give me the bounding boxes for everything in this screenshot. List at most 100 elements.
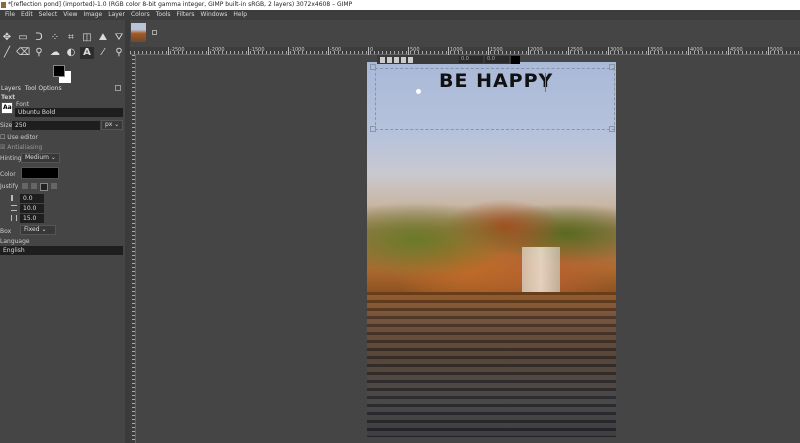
zoom-icon[interactable]: ⚲: [112, 47, 126, 59]
hinting-label: Hinting: [0, 155, 22, 162]
paintbrush-icon[interactable]: ╱: [0, 47, 14, 59]
tab-tool-options[interactable]: Tool Options: [25, 84, 62, 93]
language-input[interactable]: English: [0, 246, 123, 255]
kerning-input[interactable]: 0.0: [485, 56, 509, 63]
foreground-color-swatch[interactable]: [53, 65, 65, 77]
italic-icon[interactable]: [394, 56, 399, 63]
water-reflection: [367, 292, 616, 437]
close-tab-icon[interactable]: [152, 30, 157, 35]
menu-filters[interactable]: Filters: [174, 10, 198, 20]
resize-handle[interactable]: [609, 64, 615, 70]
menu-windows[interactable]: Windows: [198, 10, 231, 20]
justify-left-icon[interactable]: [22, 183, 28, 189]
tab-layers[interactable]: Layers: [1, 84, 21, 93]
clone-icon[interactable]: ⚲: [32, 47, 46, 59]
smudge-icon[interactable]: ☁: [48, 47, 62, 59]
use-editor-checkbox[interactable]: ☐ Use editor: [0, 133, 38, 142]
crop-icon[interactable]: ⌗: [64, 32, 78, 44]
tool-options-heading: Text: [1, 94, 16, 101]
color-picker-icon[interactable]: ⁄: [96, 47, 110, 59]
ruler-label: -2500: [168, 47, 185, 55]
lasso-icon[interactable]: ᑐ: [32, 32, 46, 44]
box-value: Fixed: [24, 226, 40, 233]
toolbox: ✥ ▭ ᑐ ⁘ ⌗ ◫ ⛰ ⛛ ╱ ⌫ ⚲ ☁ ◐ A ⁄ ⚲: [0, 32, 128, 59]
menu-bar: File Edit Select View Image Layer Colors Tools F…: [0, 10, 800, 20]
justify-fill-icon[interactable]: [51, 183, 57, 189]
horizontal-ruler: -2500 -2000 -1500 -1000 -500 0 500 1000 1500 2000…: [130, 47, 800, 55]
image-tabs: [130, 20, 800, 47]
underline-icon[interactable]: [401, 56, 406, 63]
resize-handle[interactable]: [370, 64, 376, 70]
menu-file[interactable]: File: [2, 10, 18, 20]
justify-right-icon[interactable]: [31, 183, 37, 189]
menu-tools[interactable]: Tools: [153, 10, 174, 20]
eraser-icon[interactable]: ⌫: [16, 47, 30, 59]
indent-icon: [11, 195, 17, 201]
menu-select[interactable]: Select: [36, 10, 61, 20]
fuzzy-select-icon[interactable]: ⁘: [48, 32, 62, 44]
move-icon[interactable]: ✥: [0, 32, 14, 44]
hinting-value: Medium: [25, 154, 49, 161]
ruler-label: -1500: [248, 47, 265, 55]
ruler-label: 0: [368, 47, 374, 55]
dock-menu-icon[interactable]: [115, 85, 121, 91]
resize-handle[interactable]: [370, 126, 376, 132]
rect-select-icon[interactable]: ▭: [16, 32, 30, 44]
justify-label: Justify: [0, 183, 19, 190]
use-editor-label: Use editor: [7, 134, 39, 141]
title-bar: *[reflection pond] (imported)-1.0 (RGB c…: [0, 0, 800, 10]
unit-value: px: [105, 121, 113, 128]
resize-handle[interactable]: [609, 126, 615, 132]
ruler-label: 2000: [528, 47, 543, 55]
antialiasing-checkbox[interactable]: ☒ Antialiasing: [0, 143, 42, 152]
text-layer-content[interactable]: BE HAPPY: [439, 70, 553, 92]
baseline-input[interactable]: 0.0: [459, 56, 483, 63]
hinting-select[interactable]: Medium ⌄: [21, 153, 60, 163]
antialiasing-label: Antialiasing: [7, 144, 43, 151]
size-label: Size: [0, 122, 13, 129]
box-select[interactable]: Fixed ⌄: [20, 225, 56, 235]
size-input[interactable]: 250: [12, 121, 100, 130]
indent-input[interactable]: 0.0: [20, 194, 44, 203]
box-label: Box: [0, 228, 12, 235]
bucket-fill-icon[interactable]: ⛛: [112, 32, 126, 44]
ruler-label: 4500: [728, 47, 743, 55]
ruler-label: 3500: [648, 47, 663, 55]
dock-tabs: Layers Tool Options: [0, 84, 125, 93]
menu-colors[interactable]: Colors: [128, 10, 153, 20]
justify-center-icon[interactable]: [40, 183, 48, 191]
unified-transform-icon[interactable]: ◫: [80, 32, 94, 44]
warp-icon[interactable]: ⛰: [96, 32, 110, 44]
menu-layer[interactable]: Layer: [105, 10, 128, 20]
waterfall: [522, 247, 560, 292]
window-title: *[reflection pond] (imported)-1.0 (RGB c…: [8, 1, 353, 8]
bold-icon[interactable]: [387, 56, 392, 63]
letter-spacing-input[interactable]: 15.0: [20, 214, 44, 223]
gimp-app-icon: [1, 2, 6, 8]
text-color-swatch[interactable]: [511, 55, 520, 64]
text-style-editor: 0.0 0.0: [377, 55, 520, 64]
menu-view[interactable]: View: [60, 10, 80, 20]
color-label: Color: [0, 171, 16, 178]
font-preview-button[interactable]: Aa: [1, 102, 13, 114]
image-tab-thumbnail[interactable]: [131, 23, 146, 42]
vertical-ruler: [130, 55, 136, 443]
unit-select[interactable]: px ⌄: [101, 120, 123, 130]
ruler-label: -500: [328, 47, 342, 55]
font-input[interactable]: Ubuntu Bold: [15, 108, 123, 117]
ruler-label: 1500: [488, 47, 503, 55]
clear-style-icon[interactable]: [380, 56, 385, 63]
line-spacing-input[interactable]: 10.0: [20, 204, 44, 213]
ruler-label: 2500: [568, 47, 583, 55]
text-color-button[interactable]: [21, 167, 59, 179]
ruler-label: 500: [408, 47, 420, 55]
menu-image[interactable]: Image: [80, 10, 105, 20]
menu-help[interactable]: Help: [230, 10, 250, 20]
strikethrough-icon[interactable]: [408, 56, 413, 63]
justify-buttons: [22, 183, 57, 191]
menu-edit[interactable]: Edit: [18, 10, 36, 20]
dodge-icon[interactable]: ◐: [64, 47, 78, 59]
left-dock: ✥ ▭ ᑐ ⁘ ⌗ ◫ ⛰ ⛛ ╱ ⌫ ⚲ ☁ ◐ A ⁄ ⚲ Layers Tool Options Tex…: [0, 20, 125, 443]
trees: [367, 162, 616, 292]
text-icon[interactable]: A: [80, 47, 94, 59]
